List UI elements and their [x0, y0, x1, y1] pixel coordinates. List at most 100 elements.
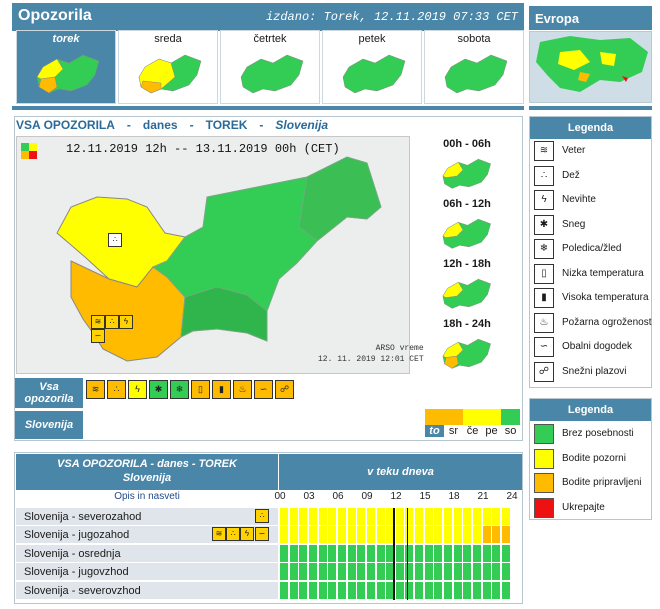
legend-item: ∽ Obalni dogodek — [532, 336, 650, 358]
thunderstorm-icon[interactable]: ϟ — [128, 380, 147, 399]
timeline-cell — [366, 581, 376, 599]
timeline-cell — [337, 526, 347, 544]
color-swatch — [534, 473, 554, 493]
day-tab-label: petek — [358, 33, 386, 45]
timeline-cell — [366, 563, 376, 581]
region-name[interactable]: Slovenija - severovzhod — [24, 585, 141, 597]
table-row[interactable]: Slovenija - jugovzhod — [16, 563, 278, 582]
weekday-label[interactable]: so — [501, 425, 520, 437]
weekday-color-ce[interactable] — [463, 409, 482, 425]
timeline-cell — [318, 581, 328, 599]
day-tab-torek[interactable]: torek — [16, 30, 116, 104]
timeline-cell — [289, 544, 299, 562]
timeline-cell — [463, 526, 473, 544]
avalanche-icon[interactable]: ☍ — [275, 380, 294, 399]
high-temperature-icon[interactable]: ▮ — [212, 380, 231, 399]
weekday-label[interactable]: sr — [444, 425, 463, 437]
map-warning-icon[interactable]: ∽ — [91, 329, 105, 343]
timeline-cell — [318, 544, 328, 562]
hour-label: 18 — [448, 491, 460, 502]
timeline-cell — [444, 508, 454, 525]
day-tab-label: sobota — [457, 33, 491, 45]
weekday-label[interactable]: če — [463, 425, 482, 437]
timeline-cell — [444, 544, 454, 562]
rain-icon[interactable]: ∴ — [226, 527, 240, 541]
timeline-cell — [453, 581, 463, 599]
wind-icon[interactable]: ≋ — [86, 380, 105, 399]
map-warning-icon[interactable]: ∴ — [108, 233, 122, 247]
weekday-color-so[interactable] — [501, 409, 520, 425]
timeline-cell — [289, 526, 299, 544]
snow-icon: ✱ — [534, 214, 554, 235]
timeline-cell — [357, 544, 367, 562]
timeline-cell — [280, 544, 289, 562]
hour-label: 21 — [477, 491, 489, 502]
timeline-cell — [482, 563, 492, 581]
hour-label: 09 — [361, 491, 373, 502]
timeline-cell — [424, 526, 434, 544]
timeline-cells — [280, 544, 512, 563]
hour-label: 06 — [332, 491, 344, 502]
color-swatch — [534, 497, 554, 518]
rain-icon[interactable]: ∴ — [255, 509, 269, 523]
timeline-cell — [434, 526, 444, 544]
timeline-cell — [280, 581, 289, 599]
time-slot-06-12[interactable]: 06h - 12h — [413, 196, 521, 256]
europe-map[interactable] — [529, 31, 652, 103]
weekday-label[interactable]: pe — [482, 425, 501, 437]
title-part: - — [259, 118, 264, 132]
time-slot-12-18[interactable]: 12h - 18h — [413, 256, 521, 316]
timeline-cell — [299, 526, 309, 544]
weekday-color-to[interactable] — [425, 409, 444, 425]
day-tab-cetrtek[interactable]: četrtek — [220, 30, 320, 104]
timeline-cell — [415, 544, 425, 562]
coastal-event-icon[interactable]: ∽ — [254, 380, 273, 399]
timeline-cell — [395, 544, 405, 562]
weekday-color-pe[interactable] — [482, 409, 501, 425]
color-legend-item: Bodite pozorni — [532, 448, 650, 470]
timeline-cell — [463, 581, 473, 599]
region-name[interactable]: Slovenija - severozahod — [24, 511, 141, 523]
snow-icon[interactable]: ✱ — [149, 380, 168, 399]
table-row[interactable]: Slovenija - osrednja — [16, 544, 278, 563]
map-warning-icon[interactable]: ϟ — [119, 315, 133, 329]
weekday-label[interactable]: to — [425, 425, 444, 437]
hour-label: 00 — [274, 491, 286, 502]
timeline-cell — [453, 508, 463, 525]
map-warning-icon[interactable]: ≋ — [91, 315, 105, 329]
coastal-event-icon[interactable]: ∽ — [255, 527, 269, 541]
timeline-cell — [280, 526, 289, 544]
region-name[interactable]: Slovenija - osrednja — [24, 548, 121, 560]
day-tab-sobota[interactable]: sobota — [424, 30, 524, 104]
map-credit: ARSO vreme 12. 11. 2019 12:01 CET — [318, 343, 424, 365]
timeline-cell — [453, 526, 463, 544]
legend-item: ✱ Sneg — [532, 214, 650, 236]
timeline-cell — [501, 544, 511, 562]
time-slot-00-06[interactable]: 00h - 06h — [413, 136, 521, 196]
europe-header[interactable]: Evropa — [529, 6, 652, 30]
timeline-cell — [463, 544, 473, 562]
table-row[interactable]: Slovenija - severozahod — [16, 508, 278, 526]
rain-icon[interactable]: ∴ — [107, 380, 126, 399]
fire-icon[interactable]: ♨ — [233, 380, 252, 399]
timeline-cell — [308, 526, 318, 544]
slovenia-warning-map[interactable]: ∴ ≋ ∴ ϟ ∽ — [16, 136, 410, 374]
day-tab-sreda[interactable]: sreda — [118, 30, 218, 104]
table-row[interactable]: Slovenija - severovzhod — [16, 581, 278, 600]
ice-icon[interactable]: ❄ — [170, 380, 189, 399]
time-slot-18-24[interactable]: 18h - 24h — [413, 316, 521, 376]
region-name[interactable]: Slovenija - jugovzhod — [24, 566, 129, 578]
weekday-color-sr[interactable] — [444, 409, 463, 425]
region-name[interactable]: Slovenija - jugozahod — [24, 529, 129, 541]
timeline-cell — [492, 508, 502, 525]
timeline-cell — [347, 563, 357, 581]
legend-item: ♨ Požarna ogroženost — [532, 312, 652, 334]
map-warning-icon[interactable]: ∴ — [105, 315, 119, 329]
opis-link[interactable]: Opis in nasveti — [16, 491, 278, 502]
day-tab-petek[interactable]: petek — [322, 30, 422, 104]
wind-icon[interactable]: ≋ — [212, 527, 226, 541]
timeline-cell — [366, 526, 376, 544]
low-temperature-icon[interactable]: ▯ — [191, 380, 210, 399]
thunderstorm-icon[interactable]: ϟ — [240, 527, 254, 541]
legend-item-label: Snežni plazovi — [562, 365, 627, 377]
